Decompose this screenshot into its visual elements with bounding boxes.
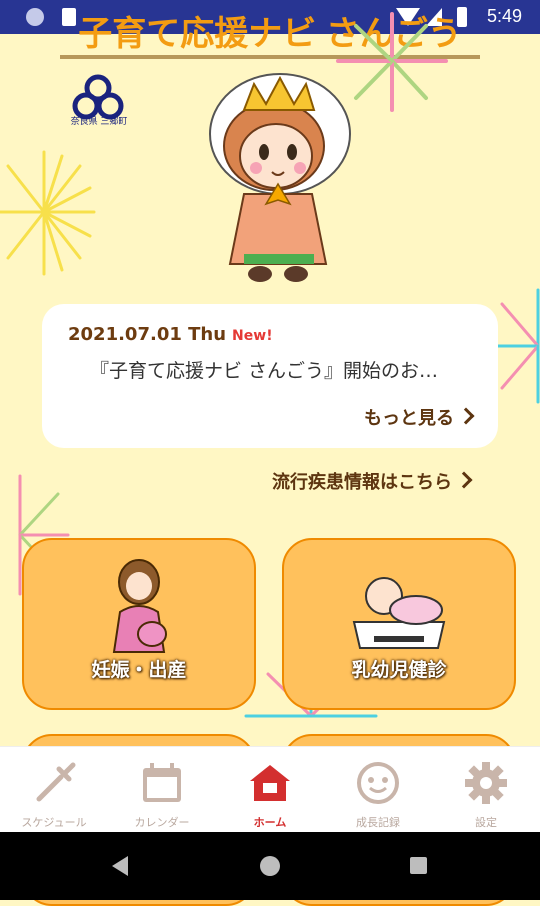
tile-pregnancy-birth[interactable]: 妊娠・出産 [22, 538, 256, 710]
news-more-label: もっと見る [364, 408, 454, 429]
tile-label: 乳幼児健診 [351, 659, 447, 681]
tile-infant-checkup[interactable]: 乳幼児健診 [282, 538, 516, 710]
disease-info-link[interactable]: 流行疾患情報はこちら [272, 468, 473, 494]
baby-on-scale-icon [352, 577, 446, 649]
news-more-link[interactable]: もっと見る [364, 404, 475, 430]
nav-label: ホーム [253, 816, 287, 829]
nav-label: 成長記録 [356, 816, 400, 829]
status-time: 5:49 [486, 6, 522, 26]
pregnant-woman-icon [112, 559, 167, 653]
house-icon [250, 765, 290, 801]
nav-label: スケジュール [21, 816, 87, 829]
tile-label: 妊娠・出産 [91, 659, 187, 681]
syringe-icon [36, 762, 76, 802]
chevron-right-icon [457, 407, 475, 425]
nav-label: カレンダー [134, 816, 190, 829]
nav-home[interactable]: ホーム [216, 747, 324, 833]
news-card[interactable]: 2021.07.01 Thu New! 『子育て応援ナビ さんごう』開始のお… も… [42, 304, 498, 448]
smiley-face-icon [357, 762, 399, 804]
system-navigation-bar [0, 832, 540, 900]
home-icon[interactable] [260, 856, 280, 876]
nav-schedule[interactable]: スケジュール [0, 747, 108, 833]
nav-settings[interactable]: 設定 [432, 747, 540, 833]
nav-label: 設定 [475, 816, 497, 829]
recent-apps-icon[interactable] [410, 857, 427, 874]
logo-caption: 奈良県 三郷町 [70, 117, 128, 127]
nav-growth-record[interactable]: 成長記録 [324, 747, 432, 833]
disease-info-label: 流行疾患情報はこちら [272, 472, 452, 493]
mascot-illustration [209, 73, 351, 282]
fireworks-decoration-left [0, 150, 96, 276]
calendar-icon [143, 763, 181, 802]
news-date-line: 2021.07.01 Thu New! [68, 324, 273, 345]
nav-calendar[interactable]: カレンダー [108, 747, 216, 833]
gear-icon [465, 762, 507, 804]
bottom-navigation: スケジュール カレンダー ホーム 成長記録 設定 [0, 746, 540, 833]
notification-icon [26, 8, 44, 26]
news-new-badge: New! [232, 328, 273, 344]
chevron-right-icon [455, 471, 473, 489]
news-title[interactable]: 『子育て応援ナビ さんごう』開始のお… [90, 356, 470, 383]
news-date: 2021.07.01 Thu [68, 324, 227, 345]
back-icon[interactable] [112, 856, 128, 876]
